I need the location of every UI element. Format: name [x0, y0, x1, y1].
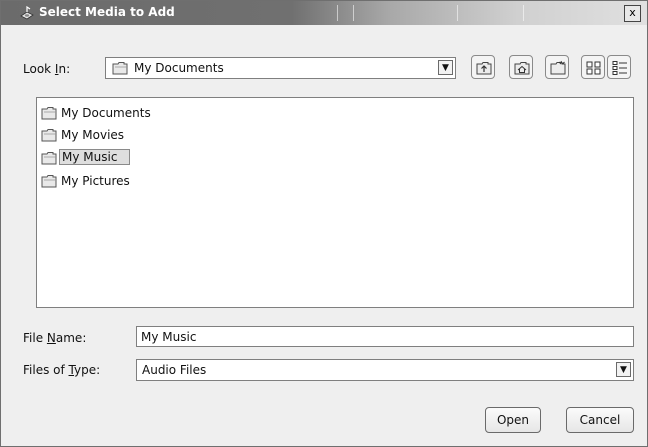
title-separator [457, 5, 458, 21]
new-folder-icon [550, 60, 566, 75]
home-icon [514, 62, 530, 75]
file-name-input[interactable] [136, 326, 634, 347]
close-button[interactable]: x [624, 5, 641, 22]
window-title: Select Media to Add [39, 5, 175, 19]
up-one-level-button[interactable] [471, 55, 495, 79]
look-in-value: My Documents [134, 61, 224, 75]
new-folder-button[interactable] [545, 55, 569, 79]
list-item-label: My Documents [61, 106, 151, 120]
title-separator [337, 5, 338, 21]
file-type-value: Audio Files [142, 363, 207, 377]
folder-icon [112, 62, 128, 75]
select-media-dialog: Select Media to Add x Look In: My Docume… [0, 0, 648, 447]
media-app-icon [20, 5, 34, 20]
title-bar[interactable]: Select Media to Add x [1, 1, 647, 25]
details-view-button[interactable] [607, 55, 631, 79]
file-list[interactable]: My Documents My Movies My Music My Pictu… [36, 97, 634, 308]
folder-icon [41, 129, 57, 142]
list-item-label: My Movies [61, 128, 125, 142]
list-item-label: My Music [59, 149, 131, 165]
chevron-down-icon[interactable]: ▼ [616, 362, 631, 377]
file-type-label: Files of Type: [23, 363, 101, 377]
folder-icon [41, 152, 57, 165]
list-view-icon [586, 61, 601, 75]
folder-icon [41, 107, 57, 120]
list-view-button[interactable] [581, 55, 605, 79]
cancel-button[interactable]: Cancel [566, 407, 634, 433]
folder-up-icon [476, 62, 492, 75]
details-view-icon [612, 61, 627, 75]
chevron-down-icon[interactable]: ▼ [438, 60, 453, 75]
look-in-dropdown[interactable]: My Documents ▼ [105, 57, 456, 79]
file-type-dropdown[interactable]: Audio Files ▼ [136, 359, 634, 381]
home-button[interactable] [509, 55, 533, 79]
folder-icon [41, 175, 57, 188]
list-item-label: My Pictures [61, 174, 130, 188]
title-separator [353, 5, 354, 21]
open-button[interactable]: Open [485, 407, 541, 433]
file-name-label: File Name: [23, 331, 87, 345]
look-in-label: Look In: [23, 62, 71, 76]
title-separator [523, 5, 524, 21]
